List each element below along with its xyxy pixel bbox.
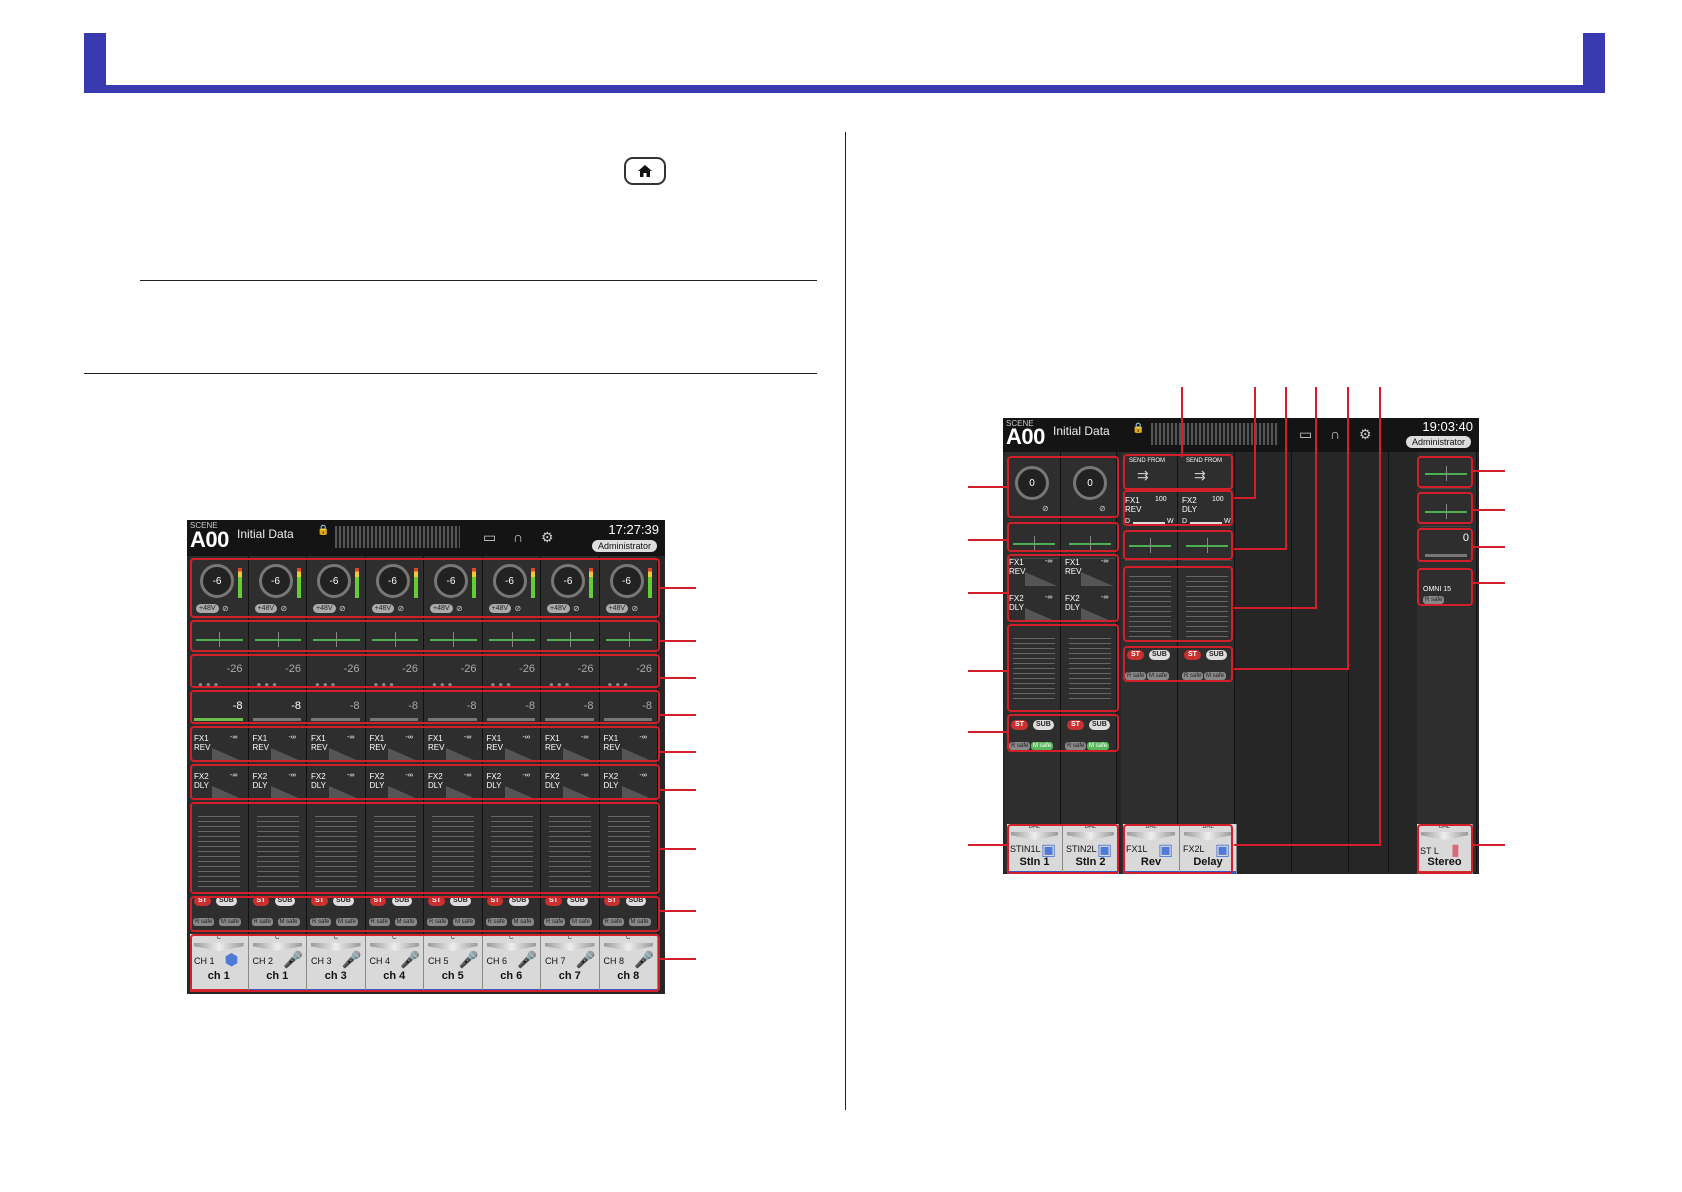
callout-box (1417, 456, 1473, 488)
callout-line (968, 731, 1007, 733)
callout-box (190, 620, 660, 652)
lock-icon[interactable]: 🔒 (1132, 422, 1144, 436)
header-right-tab (1583, 33, 1605, 93)
callout-line (1181, 387, 1183, 457)
callout-box (1123, 490, 1233, 526)
callout-line (1473, 844, 1505, 846)
library-icon[interactable]: ▭ (483, 530, 496, 544)
callout-line (1315, 387, 1317, 608)
callout-box (1123, 454, 1233, 490)
callout-box (1123, 566, 1233, 642)
header-underline (84, 85, 1605, 93)
callout-line (660, 910, 696, 912)
callout-box (190, 934, 660, 992)
callout-line (660, 958, 696, 960)
callout-line (968, 670, 1007, 672)
callout-line (1473, 509, 1505, 511)
callout-line (1473, 546, 1505, 548)
scene-title: Initial Data (1053, 424, 1110, 438)
gear-icon[interactable]: ⚙ (541, 530, 554, 544)
callout-line (660, 714, 696, 716)
callout-box (190, 558, 660, 618)
scene-number[interactable]: A00 (1006, 424, 1045, 450)
callout-box (190, 896, 660, 932)
callout-box (1123, 824, 1233, 874)
section-rule (84, 373, 817, 374)
home-button[interactable] (624, 157, 666, 185)
column-divider (845, 132, 846, 1110)
callout-line (968, 844, 1007, 846)
callout-box (190, 726, 660, 762)
page-header (84, 33, 1605, 93)
callout-line (968, 539, 1007, 541)
callout-box (1007, 522, 1119, 552)
scene-number[interactable]: A00 (190, 527, 229, 553)
clock: 17:27:39 (608, 522, 659, 537)
callout-line (1234, 668, 1349, 670)
header-left-tab (84, 33, 106, 93)
callout-line (968, 592, 1007, 594)
screen-toolbar: SCENE A00 Initial Data 🔒 ▭ ∩ ⚙ 19:03:40 … (1003, 418, 1479, 452)
mixer-screen-inputs: SCENE A00 Initial Data 🔒 ▭ ∩ ⚙ 17:27:39 … (187, 520, 665, 994)
callout-line (660, 677, 696, 679)
gear-icon[interactable]: ⚙ (1359, 427, 1372, 441)
callout-line (660, 848, 696, 850)
callout-box (1417, 492, 1473, 524)
callout-box (1007, 554, 1119, 622)
lock-icon[interactable]: 🔒 (317, 524, 329, 538)
scene-title: Initial Data (237, 527, 294, 541)
callout-line (968, 486, 1007, 488)
callout-box (190, 654, 660, 688)
mixer-screen-stereo: SCENE A00 Initial Data 🔒 ▭ ∩ ⚙ 19:03:40 … (1003, 418, 1479, 874)
callout-line (1234, 607, 1317, 609)
callout-line (1234, 548, 1287, 550)
note-rule (140, 280, 817, 281)
callout-box (1007, 714, 1119, 752)
callout-line (1473, 582, 1505, 584)
library-icon[interactable]: ▭ (1299, 427, 1312, 441)
user-badge[interactable]: Administrator (1405, 436, 1471, 448)
screen-toolbar: SCENE A00 Initial Data 🔒 ▭ ∩ ⚙ 17:27:39 … (187, 520, 665, 556)
callout-box (190, 802, 660, 894)
empty-strip (1349, 452, 1389, 872)
callout-line (660, 789, 696, 791)
callout-line (1285, 387, 1287, 549)
clock: 19:03:40 (1422, 419, 1473, 434)
callout-box (1417, 824, 1473, 874)
user-badge[interactable]: Administrator (591, 540, 657, 552)
headphones-icon[interactable]: ∩ (513, 530, 523, 544)
callout-line (1254, 387, 1256, 498)
callout-line (660, 587, 696, 589)
headphones-icon[interactable]: ∩ (1330, 427, 1340, 441)
callout-line (1234, 844, 1381, 846)
callout-box (1417, 528, 1473, 562)
home-icon (638, 165, 652, 177)
callout-box (1007, 824, 1119, 874)
callout-box (1123, 646, 1233, 682)
callout-box (1007, 624, 1119, 712)
callout-box (1123, 530, 1233, 560)
callout-line (1347, 387, 1349, 670)
callout-box (1007, 456, 1119, 518)
callout-box (190, 690, 660, 724)
callout-box (1417, 568, 1473, 606)
callout-line (1234, 497, 1256, 499)
callout-line (660, 751, 696, 753)
callout-line (660, 640, 696, 642)
empty-strip (1292, 452, 1349, 872)
callout-line (1473, 470, 1505, 472)
meter-overview (1151, 423, 1279, 445)
meter-overview (335, 526, 460, 548)
empty-strip (1235, 452, 1292, 872)
callout-box (190, 764, 660, 800)
callout-line (1379, 387, 1381, 846)
